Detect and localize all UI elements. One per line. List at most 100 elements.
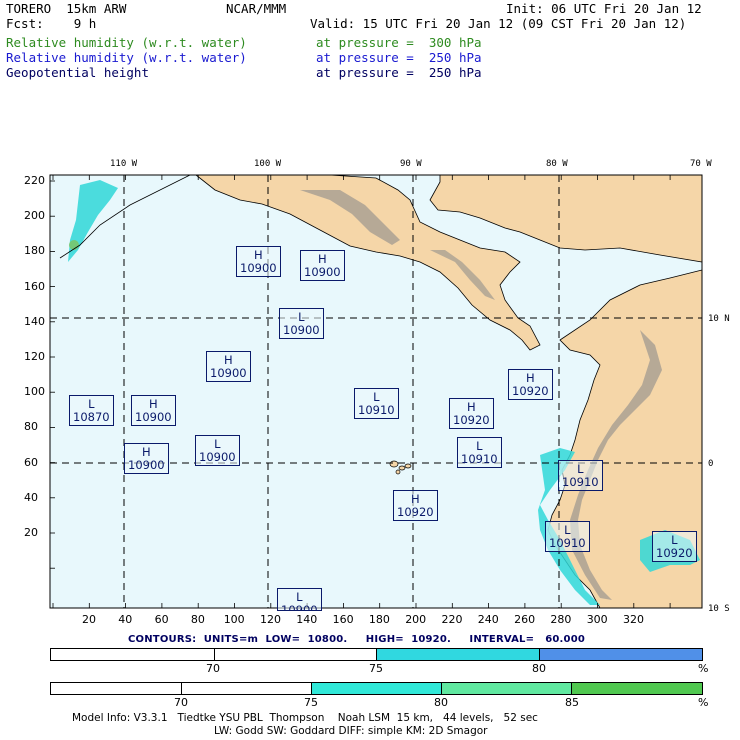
high-pressure-center: H 10920 [449, 398, 494, 429]
lon-label-90w: 90 W [400, 159, 422, 169]
low-pressure-center: L 10910 [457, 437, 502, 468]
colorbar-bottom-label-80: 80 [434, 696, 448, 709]
low-pressure-center: L 10910 [354, 388, 399, 419]
colorbar-top-segment [377, 649, 540, 660]
valid-time: Valid: 15 UTC Fri 20 Jan 12 (09 CST Fri … [310, 16, 687, 31]
high-pressure-center: H 10920 [508, 369, 553, 400]
low-pressure-center: L 10910 [558, 460, 603, 491]
colorbar-top-segment [215, 649, 377, 660]
colorbar-top-label-70: 70 [206, 662, 220, 675]
x-tick-label: 140 [296, 613, 318, 626]
colorbar-top-segment [51, 649, 215, 660]
low-pressure-center: L 10920 [652, 531, 697, 562]
high-pressure-center: H 10900 [300, 250, 345, 281]
x-tick-label: 120 [260, 613, 281, 626]
model-info: Model Info: V3.3.1 Tiedtke YSU PBL Thomp… [72, 712, 538, 724]
low-pressure-center: L 10900 [195, 435, 240, 466]
colorbar-top [50, 648, 703, 661]
x-tick-label: 280 [550, 613, 572, 626]
init-time: Init: 06 UTC Fri 20 Jan 12 [506, 1, 702, 16]
field-level-1: at pressure = 300 hPa [316, 35, 482, 50]
x-tick-label: 20 [82, 613, 96, 626]
high-pressure-center: H 10900 [236, 246, 281, 277]
model-physics: LW: Godd SW: Goddard DIFF: simple KM: 2D… [214, 725, 488, 737]
colorbar-bottom-segment [312, 683, 442, 694]
center-value: 10910 [358, 403, 395, 417]
center-value: 10920 [453, 413, 490, 427]
colorbar-bottom-label-75: 75 [304, 696, 318, 709]
center-value: 10910 [562, 475, 599, 489]
weather-map [49, 174, 703, 609]
field-name-1: Relative humidity (w.r.t. water) [6, 35, 247, 50]
low-pressure-center: L 10870 [69, 395, 114, 426]
x-tick-label: 260 [514, 613, 536, 626]
y-tick-label: 140 [24, 314, 45, 328]
x-tick-label: 160 [332, 613, 354, 626]
field-name-2: Relative humidity (w.r.t. water) [6, 50, 247, 65]
colorbar-bottom-segment [572, 683, 702, 694]
center-value: 10900 [128, 458, 165, 472]
y-tick-label: 40 [24, 490, 38, 504]
center-value: 10900 [281, 603, 318, 611]
y-tick-label: 120 [24, 350, 45, 363]
lat-label-10n: 10 N [708, 314, 730, 324]
colorbar-bottom-label-85: 85 [565, 696, 579, 709]
field-name-3: Geopotential height [6, 65, 149, 80]
colorbar-bottom-unit: % [698, 696, 709, 709]
center-value: 10900 [283, 323, 320, 337]
x-tick-label: 180 [368, 613, 390, 626]
lon-label-80w: 80 W [546, 159, 568, 169]
lon-label-100w: 100 W [254, 159, 282, 169]
x-tick-label: 40 [118, 613, 133, 626]
y-tick-label: 80 [24, 420, 38, 434]
y-tick-label: 60 [24, 455, 38, 469]
center-value: 10900 [199, 450, 236, 464]
x-tick-label: 320 [623, 613, 644, 626]
center-value: 10920 [397, 505, 434, 519]
x-tick-label: 240 [477, 613, 499, 626]
x-tick-label: 200 [405, 613, 427, 626]
lat-label-0: 0 [708, 459, 714, 469]
high-pressure-center: H 10900 [206, 351, 251, 382]
model-title: TORERO 15km ARW [6, 1, 127, 16]
high-pressure-center: H 10900 [131, 395, 176, 426]
contour-info: CONTOURS: UNITS=m LOW= 10800. HIGH= 1092… [128, 634, 586, 645]
field-level-2: at pressure = 250 hPa [316, 50, 482, 65]
x-tick-label: 60 [154, 613, 169, 626]
organization: NCAR/MMM [226, 1, 287, 16]
lat-label-10s: 10 S [708, 604, 730, 614]
low-pressure-center: L 10910 [545, 521, 590, 552]
y-tick-label: 200 [24, 209, 45, 223]
center-value: 10870 [73, 410, 110, 424]
center-value: 10900 [135, 410, 172, 424]
high-pressure-center: H 10920 [393, 490, 438, 521]
y-tick-label: 100 [24, 385, 45, 399]
lon-label-70w: 70 W [690, 159, 712, 169]
low-pressure-center: L 10900 [277, 588, 322, 611]
center-value: 10900 [210, 366, 247, 380]
low-pressure-center: L 10900 [279, 308, 324, 339]
colorbar-top-unit: % [698, 662, 709, 675]
center-value: 10900 [304, 265, 341, 279]
colorbar-top-label-75: 75 [369, 662, 383, 675]
y-tick-label: 220 [24, 174, 45, 187]
x-tick-label: 100 [223, 613, 245, 626]
center-value: 10920 [512, 384, 549, 398]
colorbar-bottom-segment [182, 683, 312, 694]
field-level-3: at pressure = 250 hPa [316, 65, 482, 80]
colorbar-bottom-label-70: 70 [174, 696, 188, 709]
colorbar-bottom [50, 682, 703, 695]
center-value: 10900 [240, 261, 277, 275]
center-value: 10920 [656, 546, 693, 560]
x-tick-label: 220 [441, 613, 463, 626]
center-value: 10910 [549, 536, 586, 550]
forecast-hour: Fcst: 9 h [6, 16, 97, 31]
x-tick-label: 80 [190, 613, 205, 626]
high-pressure-center: H 10900 [124, 443, 169, 474]
colorbar-top-label-80: 80 [532, 662, 546, 675]
y-tick-label: 160 [24, 279, 45, 293]
y-tick-label: 180 [24, 244, 45, 258]
y-tick-label: 20 [24, 526, 38, 539]
lon-label-110w: 110 W [110, 159, 138, 169]
center-value: 10910 [461, 452, 498, 466]
